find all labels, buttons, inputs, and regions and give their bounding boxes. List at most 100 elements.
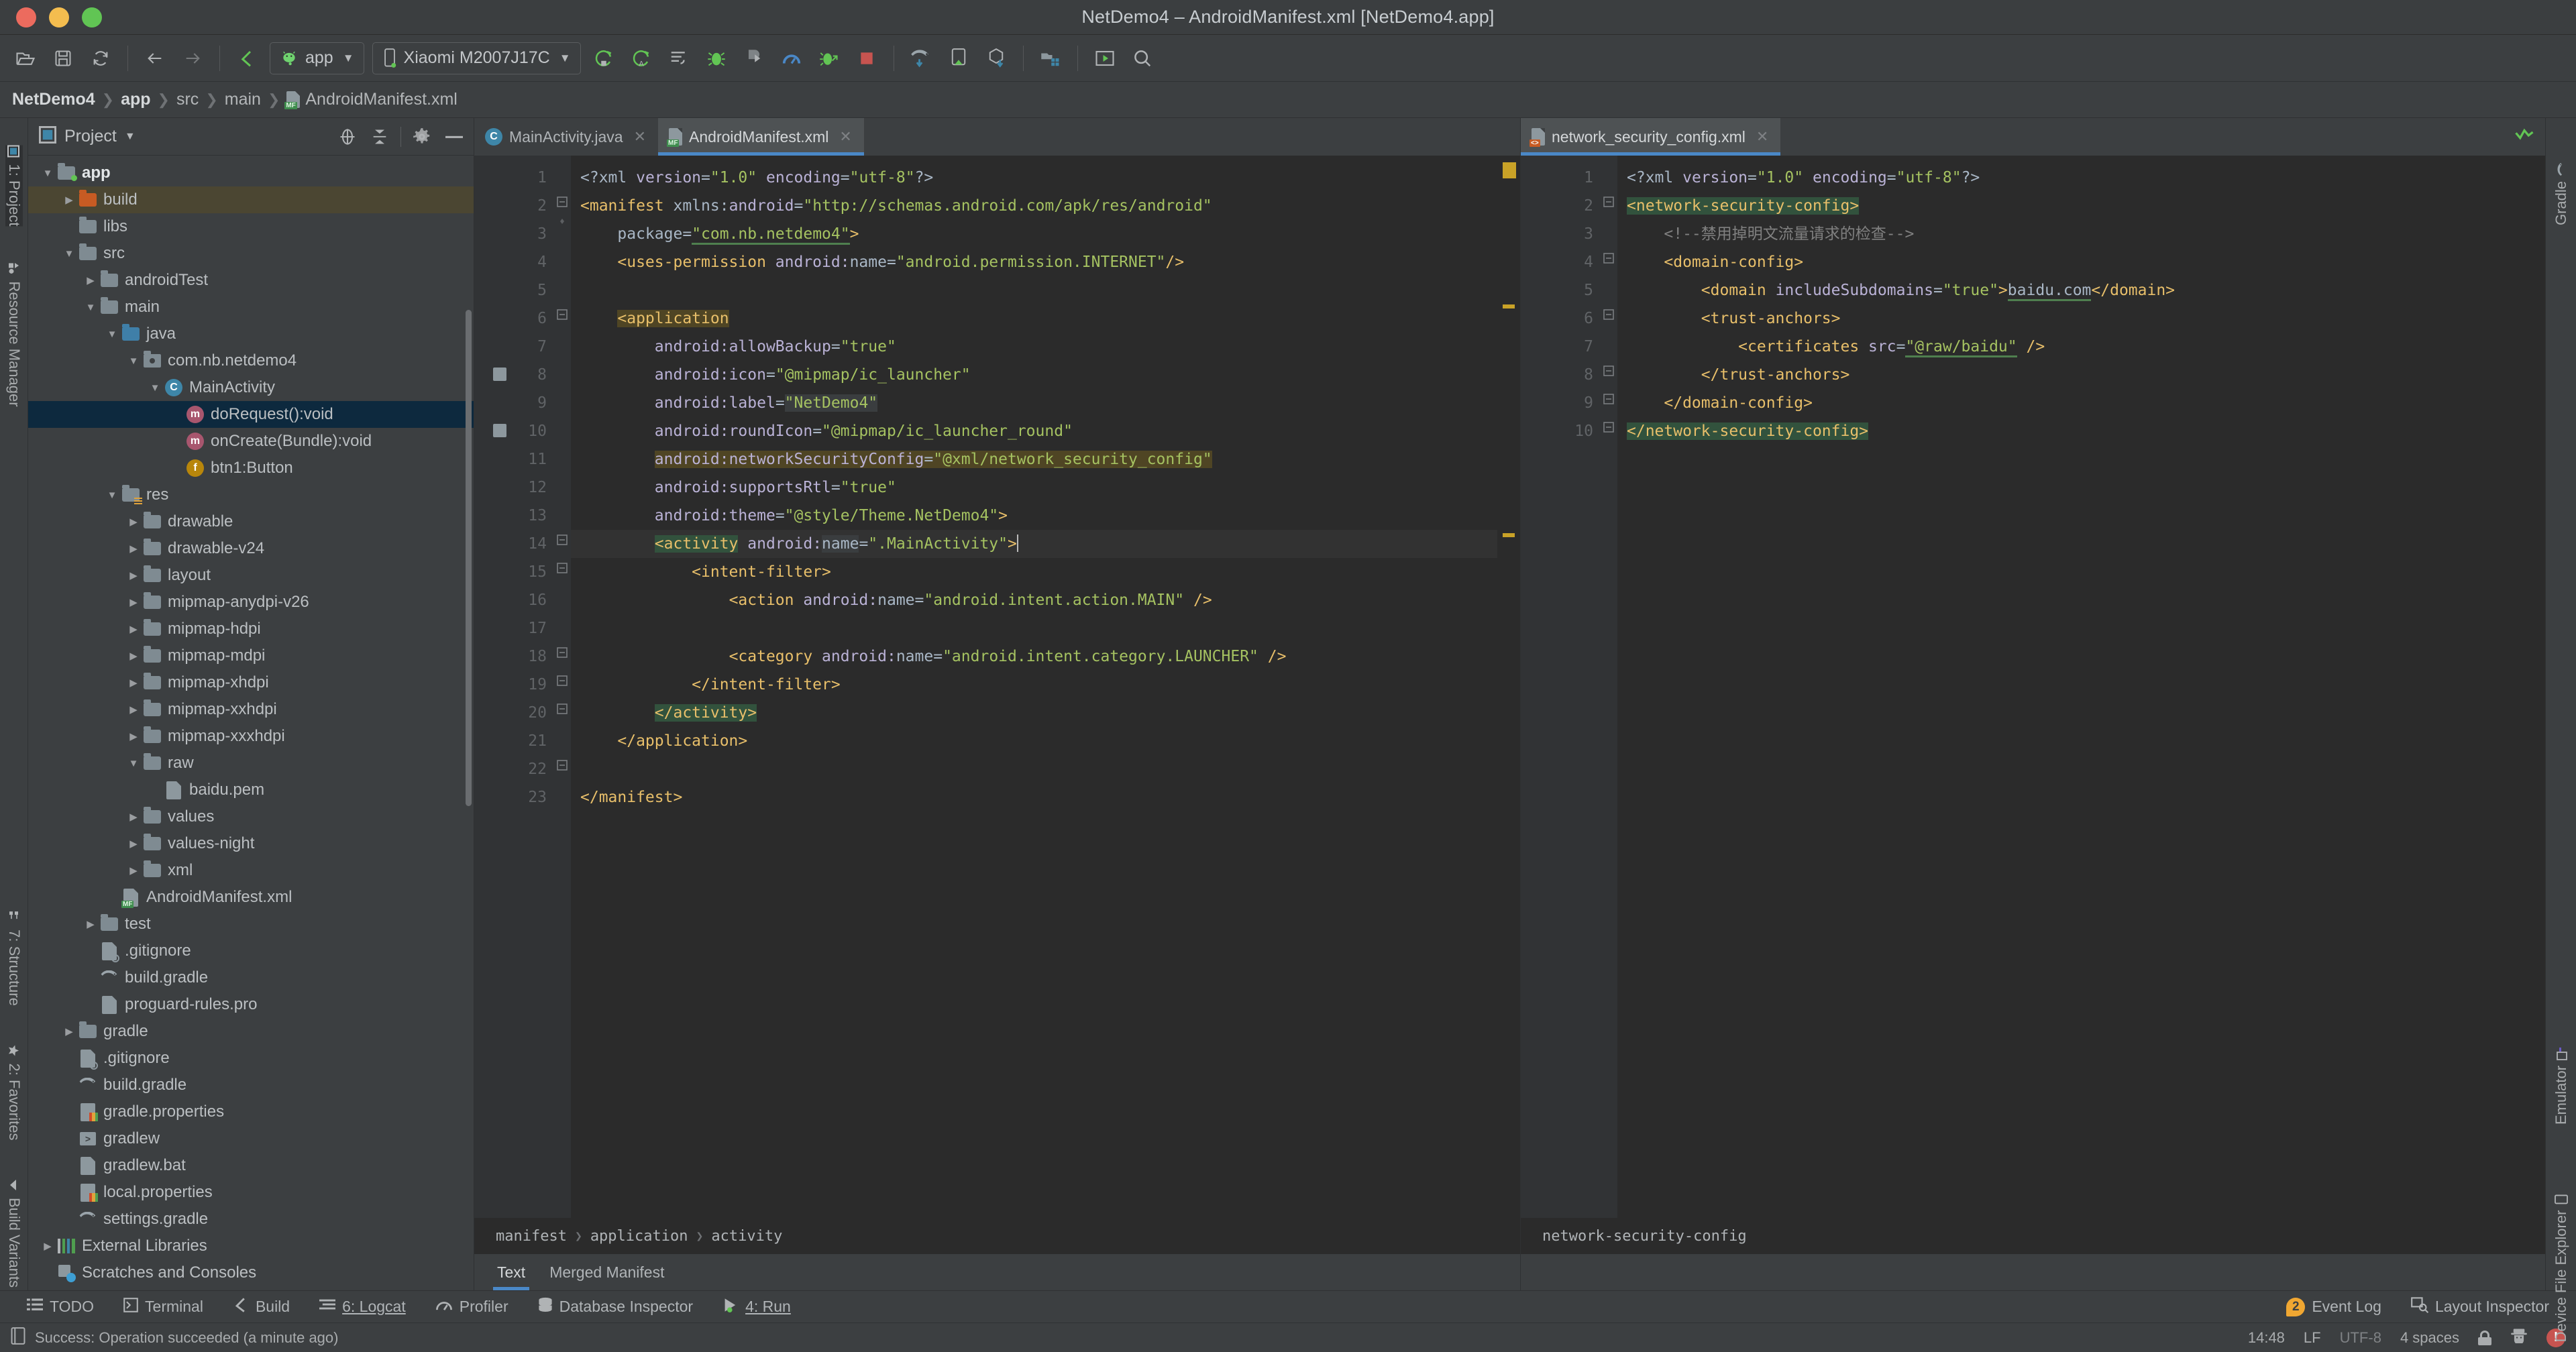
tree-item[interactable]: ▶ mipmap-anydpi-v26 — [28, 589, 474, 616]
tool-button-project[interactable]: 1: Project — [5, 145, 23, 227]
tool-button-favorites[interactable]: 2: Favorites — [5, 1045, 23, 1140]
apply-changes-icon[interactable]: A — [623, 40, 660, 77]
tool-button-logcat[interactable]: 6: Logcat — [305, 1298, 421, 1316]
tool-button-device-file-explorer[interactable]: Device File Explorer — [2553, 1192, 2570, 1342]
tree-expand-arrow-icon[interactable]: ▼ — [125, 355, 142, 367]
tree-item[interactable]: ▼ com.nb.netdemo4 — [28, 347, 474, 374]
tool-button-event-log[interactable]: 2 Event Log — [2271, 1297, 2396, 1316]
breadcrumb-activity[interactable]: activity — [711, 1228, 782, 1245]
rerun-icon[interactable] — [660, 40, 698, 77]
power-save-hat-icon[interactable] — [2510, 1327, 2528, 1348]
tree-item[interactable]: f btn1:Button — [28, 455, 474, 482]
scroll-from-source-icon[interactable] — [336, 125, 359, 148]
tree-expand-arrow-icon[interactable]: ▶ — [125, 569, 142, 581]
read-only-lock-icon[interactable] — [2478, 1330, 2491, 1345]
tree-expand-arrow-icon[interactable]: ▼ — [39, 168, 56, 179]
avd-manager-icon[interactable] — [940, 40, 977, 77]
tree-item[interactable]: ▼ res — [28, 482, 474, 508]
tree-item[interactable]: gradle.properties — [28, 1098, 474, 1125]
tree-expand-arrow-icon[interactable]: ▼ — [60, 248, 78, 260]
tree-item[interactable]: > gradlew — [28, 1125, 474, 1152]
tree-item[interactable]: proguard-rules.pro — [28, 991, 474, 1018]
tree-item[interactable]: ▶ xml — [28, 857, 474, 884]
collapse-all-icon[interactable] — [368, 125, 391, 148]
tree-item[interactable]: ▶ mipmap-hdpi — [28, 616, 474, 642]
chevron-down-icon[interactable]: ▼ — [125, 131, 136, 143]
project-tree-scrollbar[interactable] — [466, 310, 472, 806]
tree-expand-arrow-icon[interactable]: ▶ — [125, 811, 142, 823]
close-icon[interactable]: ✕ — [1756, 128, 1768, 146]
tree-expand-arrow-icon[interactable]: ▶ — [125, 516, 142, 528]
tree-expand-arrow-icon[interactable]: ▶ — [82, 274, 99, 286]
tree-item[interactable]: ▼ main — [28, 294, 474, 321]
tree-expand-arrow-icon[interactable]: ▶ — [125, 838, 142, 850]
debug-icon[interactable] — [698, 40, 735, 77]
stop-icon[interactable] — [848, 40, 885, 77]
tree-item[interactable]: ▶ drawable — [28, 508, 474, 535]
tree-item[interactable]: ▼ java — [28, 321, 474, 347]
tree-item[interactable]: settings.gradle — [28, 1206, 474, 1233]
tree-item[interactable]: ▶ mipmap-xxxhdpi — [28, 723, 474, 750]
code-folding-column-right[interactable] — [1600, 156, 1617, 1218]
tab-mainactivity-java[interactable]: C MainActivity.java ✕ — [474, 118, 658, 156]
tree-expand-arrow-icon[interactable]: ▶ — [125, 864, 142, 877]
tree-item[interactable]: ▶ mipmap-mdpi — [28, 642, 474, 669]
breadcrumb-item-file[interactable]: MF AndroidManifest.xml — [284, 90, 458, 109]
tool-button-run[interactable]: 4: Run — [708, 1297, 806, 1317]
tree-item[interactable]: build.gradle — [28, 1072, 474, 1098]
tree-item[interactable]: Scratches and Consoles — [28, 1259, 474, 1286]
tree-expand-arrow-icon[interactable]: ▶ — [39, 1240, 56, 1252]
tree-item[interactable]: ▶ values-night — [28, 830, 474, 857]
tool-button-database-inspector[interactable]: Database Inspector — [523, 1297, 708, 1317]
tree-item[interactable]: m doRequest():void — [28, 401, 474, 428]
inspections-ok-icon[interactable] — [2514, 127, 2534, 148]
error-stripe-left[interactable] — [1497, 156, 1520, 1218]
tree-expand-arrow-icon[interactable]: ▶ — [125, 703, 142, 716]
code-editor-right[interactable]: <?xml version="1.0" encoding="utf-8"?> <n… — [1617, 156, 2545, 1218]
tree-expand-arrow-icon[interactable]: ▶ — [125, 543, 142, 555]
tool-button-profiler[interactable]: Profiler — [421, 1298, 523, 1316]
tree-expand-arrow-icon[interactable]: ▼ — [125, 758, 142, 769]
tool-button-todo[interactable]: TODO — [12, 1298, 109, 1316]
tool-button-emulator[interactable]: Emulator — [2553, 1047, 2570, 1125]
breadcrumb-item-module[interactable]: app — [121, 90, 150, 109]
tool-button-structure[interactable]: 7: Structure — [5, 911, 23, 1006]
tree-item[interactable]: ▶ gradle — [28, 1018, 474, 1045]
undo-arrow-icon[interactable] — [228, 40, 266, 77]
tree-item[interactable]: ▶ mipmap-xxhdpi — [28, 696, 474, 723]
tool-button-build[interactable]: Build — [218, 1297, 305, 1317]
tree-item[interactable]: MF AndroidManifest.xml — [28, 884, 474, 911]
sync-icon[interactable] — [82, 40, 119, 77]
tool-button-resource-manager[interactable]: Resource Manager — [5, 262, 23, 407]
open-project-icon[interactable] — [7, 40, 44, 77]
breadcrumb-network-security-config[interactable]: network-security-config — [1542, 1228, 1747, 1245]
status-indent[interactable]: 4 spaces — [2400, 1329, 2459, 1347]
code-viewport-right[interactable]: 1 2 3 4 5 6 7 8 9 10 <?xml version="1.0"… — [1521, 156, 2545, 1218]
close-icon[interactable]: ✕ — [634, 128, 646, 146]
gradle-sync-icon[interactable] — [902, 40, 940, 77]
resource-preview-icon[interactable] — [493, 368, 506, 381]
tree-item[interactable]: ▼ raw — [28, 750, 474, 777]
breadcrumb-item-src[interactable]: src — [176, 90, 199, 109]
tree-expand-arrow-icon[interactable]: ▶ — [125, 596, 142, 608]
breadcrumb-item-project[interactable]: NetDemo4 — [12, 90, 95, 109]
tree-expand-arrow-icon[interactable]: ▼ — [103, 490, 121, 501]
tree-item[interactable]: baidu.pem — [28, 777, 474, 803]
breadcrumb-application[interactable]: application — [590, 1228, 688, 1245]
project-tree[interactable]: ▼ app ▶ build libs ▼ src ▶ androidTest ▼ main ▼ java… — [28, 156, 474, 1290]
tree-item[interactable]: ▶ drawable-v24 — [28, 535, 474, 562]
tab-network-security-config-xml[interactable]: <> network_security_config.xml ✕ — [1521, 118, 1781, 156]
resource-preview-icon[interactable] — [493, 424, 506, 437]
tree-expand-arrow-icon[interactable]: ▶ — [125, 650, 142, 662]
tree-item[interactable]: ▶ build — [28, 186, 474, 213]
run-icon[interactable] — [585, 40, 623, 77]
tree-item[interactable]: ▶ External Libraries — [28, 1233, 474, 1259]
tree-expand-arrow-icon[interactable]: ▶ — [125, 730, 142, 742]
attach-debugger-icon[interactable] — [735, 40, 773, 77]
profiler-icon[interactable] — [773, 40, 810, 77]
tree-expand-arrow-icon[interactable]: ▶ — [82, 918, 99, 930]
tree-item[interactable]: m onCreate(Bundle):void — [28, 428, 474, 455]
code-viewport-left[interactable]: 1 2 3 4 5 6 7 8 9 10 11 12 13 14 15 16 17 18 19 20 21 22 23 — [474, 156, 1520, 1218]
tab-androidmanifest-xml[interactable]: MF AndroidManifest.xml ✕ — [658, 118, 864, 156]
tree-item[interactable]: ▼ C MainActivity — [28, 374, 474, 401]
